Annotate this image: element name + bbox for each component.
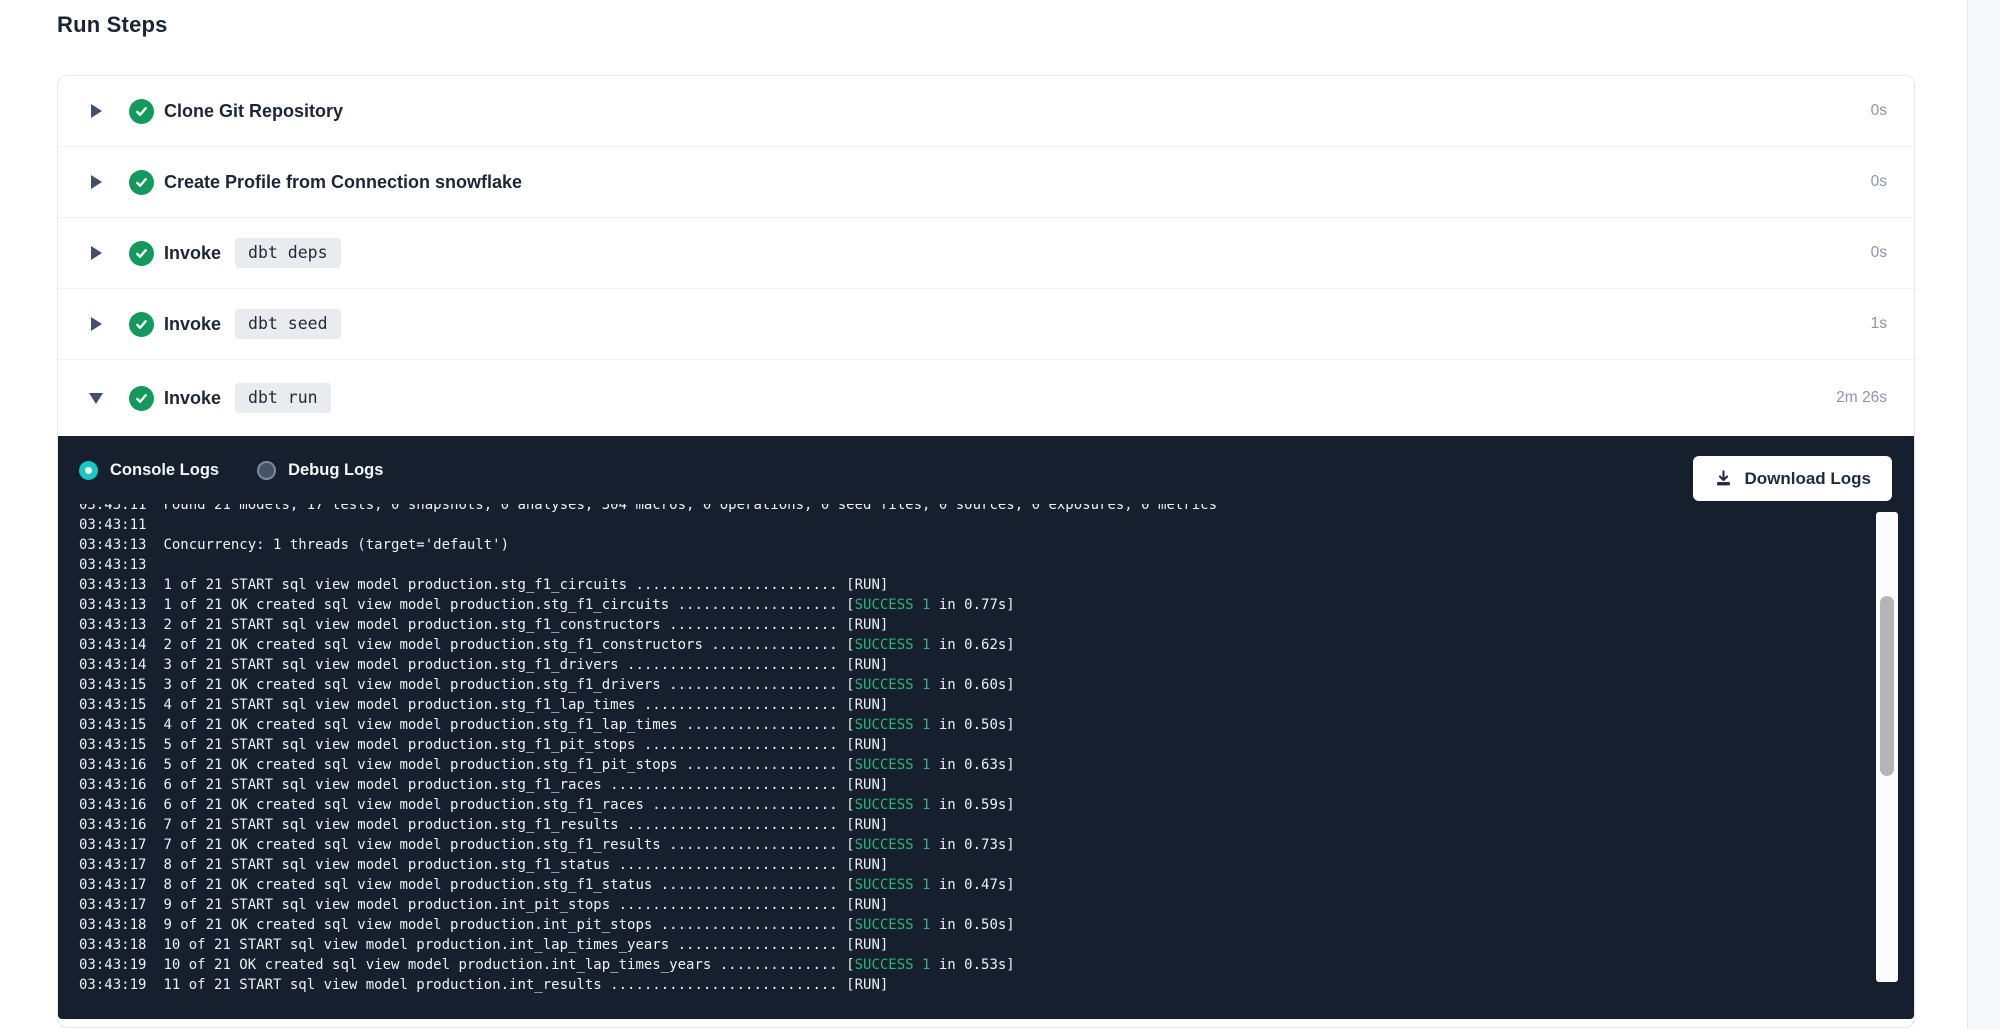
log-line: 03:43:166 of 21 START sql view model pro…: [79, 775, 1874, 795]
log-line: 03:43:11Found 21 models, 17 tests, 0 sna…: [79, 504, 1874, 515]
step-command-badge: dbt seed: [235, 309, 340, 339]
debug-logs-label: Debug Logs: [288, 461, 383, 480]
log-lines: 03:43:11Found 21 models, 17 tests, 0 sna…: [58, 504, 1874, 995]
log-output-viewport[interactable]: 03:43:11Found 21 models, 17 tests, 0 sna…: [58, 504, 1874, 1014]
step-duration: 1s: [1871, 315, 1914, 333]
log-line: 03:43:131 of 21 START sql view model pro…: [79, 575, 1874, 595]
success-check-icon: [129, 386, 154, 411]
log-scrollbar-thumb[interactable]: [1880, 596, 1894, 776]
step-label: Create Profile from Connection snowflake: [164, 172, 522, 193]
download-icon: [1714, 469, 1744, 488]
step-duration: 0s: [1871, 102, 1914, 120]
log-line: 03:43:155 of 21 START sql view model pro…: [79, 735, 1874, 755]
log-line: 03:43:1910 of 21 OK created sql view mod…: [79, 955, 1874, 975]
log-line: 03:43:153 of 21 OK created sql view mode…: [79, 675, 1874, 695]
page-title: Run Steps: [57, 12, 168, 38]
expand-chevron-icon[interactable]: [89, 246, 103, 260]
expand-chevron-icon[interactable]: [89, 393, 103, 404]
log-line: 03:43:1810 of 21 START sql view model pr…: [79, 935, 1874, 955]
run-step-row[interactable]: Invoke dbt seed 1s: [58, 289, 1914, 360]
adjacent-panel-strip: [1967, 0, 2000, 1029]
download-logs-button[interactable]: Download Logs: [1693, 456, 1892, 501]
log-line: 03:43:165 of 21 OK created sql view mode…: [79, 755, 1874, 775]
log-line: 03:43:11: [79, 515, 1874, 535]
log-line: 03:43:142 of 21 OK created sql view mode…: [79, 635, 1874, 655]
log-line: 03:43:154 of 21 START sql view model pro…: [79, 695, 1874, 715]
log-line: 03:43:143 of 21 START sql view model pro…: [79, 655, 1874, 675]
success-check-icon: [129, 170, 154, 195]
run-steps-card: Clone Git Repository 0s Create Profile f…: [57, 75, 1915, 1028]
run-step-row[interactable]: Invoke dbt deps 0s: [58, 218, 1914, 289]
step-label: Invoke: [164, 388, 221, 409]
log-line: 03:43:177 of 21 OK created sql view mode…: [79, 835, 1874, 855]
log-line: 03:43:189 of 21 OK created sql view mode…: [79, 915, 1874, 935]
radio-selected-icon[interactable]: [79, 461, 98, 480]
step-duration: 0s: [1871, 173, 1914, 191]
console-log-panel: Console Logs Debug Logs Download Logs: [58, 436, 1914, 1019]
success-check-icon: [129, 312, 154, 337]
step-label: Invoke: [164, 243, 221, 264]
run-steps-page: Run Steps Clone Git Repository 0s Create…: [0, 0, 2000, 1029]
step-label: Clone Git Repository: [164, 101, 343, 122]
run-step-row[interactable]: Clone Git Repository 0s: [58, 76, 1914, 147]
log-line: 03:43:178 of 21 START sql view model pro…: [79, 855, 1874, 875]
log-line: 03:43:13Concurrency: 1 threads (target='…: [79, 535, 1874, 555]
success-check-icon: [129, 99, 154, 124]
radio-unselected-icon[interactable]: [257, 461, 276, 480]
console-logs-radio[interactable]: Console Logs: [79, 461, 219, 480]
run-step-row[interactable]: Create Profile from Connection snowflake…: [58, 147, 1914, 218]
run-steps-list: Clone Git Repository 0s Create Profile f…: [58, 76, 1914, 436]
log-line: 03:43:167 of 21 START sql view model pro…: [79, 815, 1874, 835]
debug-logs-radio[interactable]: Debug Logs: [257, 461, 383, 480]
download-logs-label: Download Logs: [1744, 469, 1871, 489]
log-line: 03:43:166 of 21 OK created sql view mode…: [79, 795, 1874, 815]
expand-chevron-icon[interactable]: [89, 104, 103, 118]
log-line: 03:43:131 of 21 OK created sql view mode…: [79, 595, 1874, 615]
expand-chevron-icon[interactable]: [89, 175, 103, 189]
step-duration: 0s: [1871, 244, 1914, 262]
step-label: Invoke: [164, 314, 221, 335]
log-line: 03:43:13: [79, 555, 1874, 575]
step-command-badge: dbt deps: [235, 238, 340, 268]
log-line: 03:43:179 of 21 START sql view model pro…: [79, 895, 1874, 915]
log-line: 03:43:154 of 21 OK created sql view mode…: [79, 715, 1874, 735]
log-type-selector: Console Logs Debug Logs: [79, 436, 383, 504]
console-logs-label: Console Logs: [110, 461, 219, 480]
expand-chevron-icon[interactable]: [89, 317, 103, 331]
step-duration: 2m 26s: [1836, 389, 1914, 407]
log-line: 03:43:132 of 21 START sql view model pro…: [79, 615, 1874, 635]
run-step-row[interactable]: Invoke dbt run 2m 26s: [58, 360, 1914, 436]
log-line: 03:43:178 of 21 OK created sql view mode…: [79, 875, 1874, 895]
success-check-icon: [129, 241, 154, 266]
log-scrollbar-track[interactable]: [1876, 512, 1898, 982]
log-line: 03:43:1911 of 21 START sql view model pr…: [79, 975, 1874, 995]
step-command-badge: dbt run: [235, 383, 331, 413]
